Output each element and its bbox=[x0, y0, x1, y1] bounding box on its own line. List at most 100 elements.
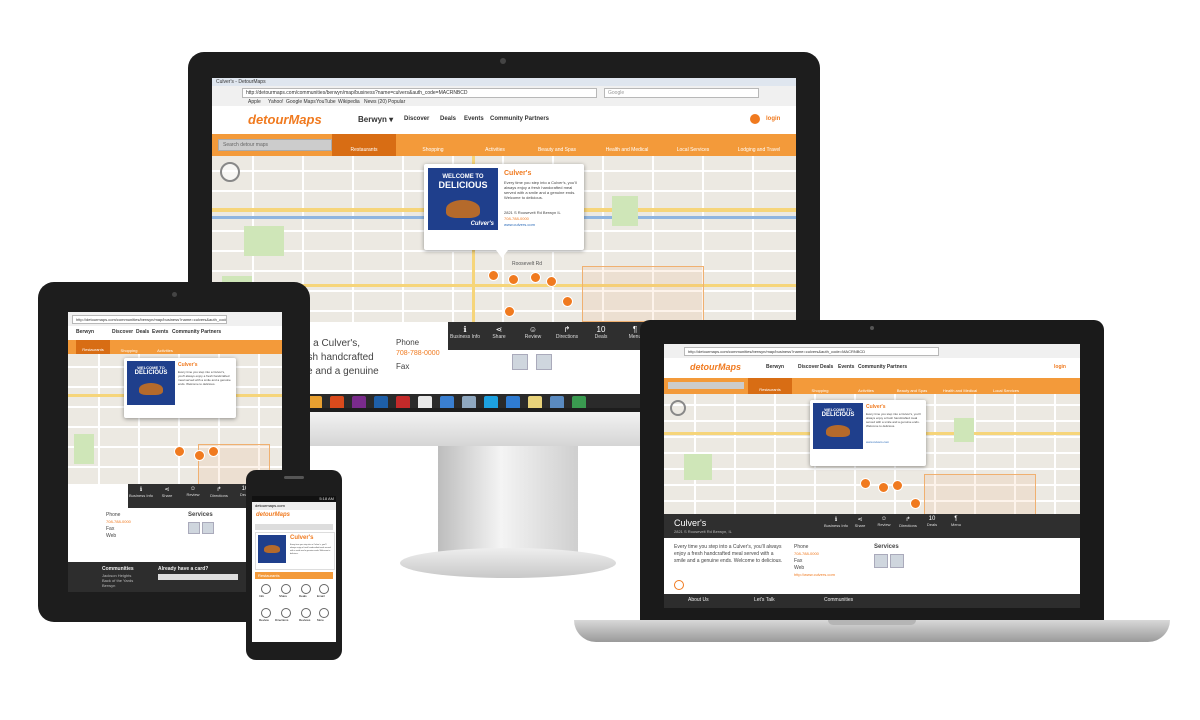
laptop-description: Every time you step into a Culver's, you… bbox=[674, 544, 783, 564]
bookmark-item[interactable]: Wikipedia bbox=[338, 98, 360, 106]
phone-url-bar[interactable]: detourmaps.com bbox=[252, 502, 336, 510]
window-title: Culver's - DetourMaps bbox=[212, 78, 796, 86]
deals-icon bbox=[301, 584, 311, 594]
browser-search-box[interactable]: Google bbox=[604, 88, 759, 98]
laptop-category-bar: Restaurants Shopping Activities Beauty a… bbox=[664, 378, 1080, 394]
category-health[interactable]: Health and Medical bbox=[596, 147, 658, 153]
phone-label: Phone bbox=[396, 338, 420, 347]
map-street-label: Roosevelt Rd bbox=[512, 261, 543, 267]
info-icon bbox=[261, 584, 271, 594]
phone-grid-item[interactable]: Deals bbox=[299, 594, 307, 598]
site-logo[interactable]: detourMaps bbox=[248, 112, 322, 127]
phone-grid-item[interactable]: Reviews bbox=[299, 618, 310, 622]
taskbar-app-icon[interactable] bbox=[352, 396, 366, 408]
laptop-footer: About Us Let's Talk Communities bbox=[664, 594, 1080, 608]
taskbar-app-icon[interactable] bbox=[550, 396, 564, 408]
popup-image: WELCOME TO DELICIOUS Culver's bbox=[428, 168, 498, 230]
category-beauty[interactable]: Beauty and Spas bbox=[526, 147, 588, 153]
phone-grid-item[interactable]: Directions bbox=[275, 618, 288, 622]
nav-community-partners[interactable]: Community Partners bbox=[490, 116, 549, 122]
user-icon[interactable] bbox=[750, 114, 760, 124]
taskbar-app-icon[interactable] bbox=[528, 396, 542, 408]
more-icon[interactable] bbox=[674, 580, 684, 590]
taskbar-app-icon[interactable] bbox=[396, 396, 410, 408]
phone-value[interactable]: 708-788-0000 bbox=[396, 350, 440, 357]
category-activities[interactable]: Activities bbox=[464, 147, 526, 153]
share-icon: ⋖ bbox=[495, 325, 503, 334]
laptop-action-bar: Culver's 2821 S Roosevelt Rd Berwyn, IL … bbox=[664, 514, 1080, 538]
category-local-services[interactable]: Local Services bbox=[662, 147, 724, 153]
directions-icon bbox=[281, 608, 291, 618]
category-lodging[interactable]: Lodging and Travel bbox=[726, 147, 792, 153]
tablet-site-header: Berwyn Discover Deals Events Community P… bbox=[68, 326, 282, 341]
card-input[interactable] bbox=[158, 574, 238, 580]
address-bar[interactable]: http://detourmaps.com/communities/berwyn… bbox=[242, 88, 597, 98]
taskbar-app-icon[interactable] bbox=[308, 396, 322, 408]
login-link[interactable]: login bbox=[766, 116, 780, 122]
taskbar-app-icon[interactable] bbox=[462, 396, 476, 408]
more-icon bbox=[319, 608, 329, 618]
category-restaurants[interactable]: Restaurants bbox=[332, 134, 396, 156]
bookmark-item[interactable]: Google Maps bbox=[286, 98, 316, 106]
taskbar-app-icon[interactable] bbox=[506, 396, 520, 408]
category-shopping[interactable]: Shopping bbox=[402, 147, 464, 153]
taskbar-app-icon[interactable] bbox=[330, 396, 344, 408]
laptop-business-name: Culver's bbox=[674, 518, 707, 528]
popup-link[interactable]: www.culvers.com bbox=[504, 222, 535, 227]
bookmark-item[interactable]: News (20) bbox=[364, 98, 387, 106]
phone-search[interactable] bbox=[255, 524, 333, 530]
map-zoom-control[interactable] bbox=[220, 162, 240, 182]
tablet-business-popup[interactable]: WELCOME TO DELICIOUS Culver's Every time… bbox=[124, 358, 236, 418]
community-selector[interactable]: Berwyn ▾ bbox=[358, 115, 393, 124]
phone-grid-item[interactable]: Email bbox=[317, 594, 325, 598]
tablet-address-bar: http://detourmaps.com/communities/berwyn… bbox=[68, 312, 282, 327]
share-icon: ⋖ bbox=[857, 517, 863, 523]
tablet-category-bar: Restaurants Shopping Activities bbox=[68, 340, 282, 354]
taskbar-app-icon[interactable] bbox=[418, 396, 432, 408]
email-icon bbox=[319, 584, 329, 594]
taskbar-app-icon[interactable] bbox=[440, 396, 454, 408]
taskbar-app-icon[interactable] bbox=[484, 396, 498, 408]
phone-section-bar[interactable]: Restaurants bbox=[255, 572, 333, 579]
nav-events[interactable]: Events bbox=[464, 116, 484, 122]
share-icon bbox=[281, 584, 291, 594]
popup-title[interactable]: Culver's bbox=[504, 170, 531, 177]
action-review[interactable]: ☺ Review bbox=[516, 325, 550, 340]
nav-discover[interactable]: Discover bbox=[404, 116, 429, 122]
phone-business-card[interactable]: Culver's Every time you step into a Culv… bbox=[255, 532, 335, 570]
tablet-map[interactable]: WELCOME TO DELICIOUS Culver's Every time… bbox=[68, 354, 282, 484]
laptop-map-zoom-control[interactable] bbox=[670, 400, 686, 416]
laptop-map[interactable]: WELCOME TO DELICIOUS Culver's Every time… bbox=[664, 394, 1080, 514]
phone-icon-grid: Info Share Deals Email Review Directions… bbox=[255, 582, 333, 632]
bookmark-item[interactable]: YouTube bbox=[316, 98, 336, 106]
reviews-icon bbox=[301, 608, 311, 618]
map-search-input[interactable]: Search detour maps bbox=[218, 139, 332, 151]
taskbar-app-icon[interactable] bbox=[374, 396, 388, 408]
popup-phone[interactable]: 708-788-0000 bbox=[504, 216, 529, 221]
phone-screen: 5:18 AM detourmaps.com detourMaps Culver… bbox=[252, 496, 336, 642]
laptop-device: http://detourmaps.com/communities/berwyn… bbox=[574, 320, 1170, 660]
phone-header: detourMaps bbox=[252, 510, 336, 522]
phone-grid-item[interactable]: More bbox=[317, 618, 324, 622]
service-icon bbox=[536, 354, 552, 370]
laptop-map-search[interactable] bbox=[668, 382, 744, 389]
info-icon: ℹ bbox=[463, 325, 467, 334]
bookmark-item[interactable]: Apple bbox=[248, 98, 261, 106]
phone-grid-item[interactable]: Review bbox=[259, 618, 269, 622]
review-icon: ☺ bbox=[528, 325, 538, 334]
bookmark-item[interactable]: Popular bbox=[388, 98, 405, 106]
action-share[interactable]: ⋖ Share bbox=[482, 325, 516, 340]
bookmark-item[interactable]: Yahoo! bbox=[268, 98, 283, 106]
share-icon: ⋖ bbox=[164, 487, 170, 493]
fax-label: Fax bbox=[396, 362, 410, 371]
laptop-address-bar: http://detourmaps.com/communities/berwyn… bbox=[664, 344, 1080, 359]
nav-deals[interactable]: Deals bbox=[440, 116, 456, 122]
phone-device: 5:18 AM detourmaps.com detourMaps Culver… bbox=[246, 470, 342, 660]
phone-grid-item[interactable]: Info bbox=[259, 594, 264, 598]
laptop-business-popup[interactable]: WELCOME TO DELICIOUS Culver's Every time… bbox=[810, 400, 926, 466]
business-popup[interactable]: WELCOME TO DELICIOUS Culver's Culver's E… bbox=[424, 164, 584, 258]
directions-icon: ↱ bbox=[905, 517, 911, 523]
review-icon bbox=[261, 608, 271, 618]
phone-grid-item[interactable]: Share bbox=[279, 594, 287, 598]
action-business-info[interactable]: ℹ Business Info bbox=[448, 325, 482, 340]
